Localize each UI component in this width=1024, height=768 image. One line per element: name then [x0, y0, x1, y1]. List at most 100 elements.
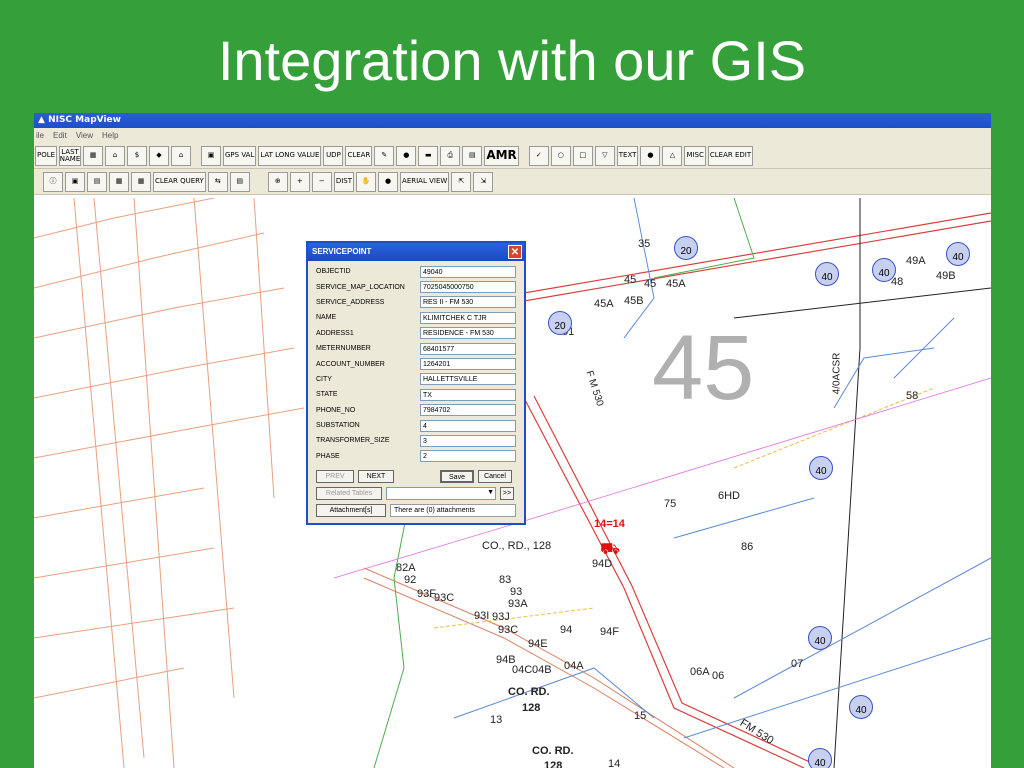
lat-long-button[interactable]: LAT LONG VALUE [258, 145, 322, 166]
misc-button[interactable]: MISC [684, 145, 706, 166]
field-value[interactable]: 7025045000750 [420, 281, 516, 294]
attachments-button[interactable]: Attachment[s] [316, 504, 386, 518]
field-name: ADDRESS1 [316, 329, 354, 337]
more-button[interactable]: >> [500, 487, 514, 501]
prev-button[interactable]: PREV [316, 470, 354, 484]
dollar-icon[interactable]: $ [127, 145, 147, 166]
close-icon[interactable]: ✕ [508, 245, 522, 259]
meter-icon[interactable]: ● [396, 145, 417, 166]
transformer-icon[interactable]: 40 [872, 258, 896, 282]
field-row: TRANSFORMER_SIZE 3 [316, 433, 518, 448]
field-row: OBJECTID 49040 [316, 264, 518, 279]
book-icon[interactable]: ▦ [109, 171, 129, 192]
map-label: 93I [474, 610, 490, 622]
map-label: 58 [906, 390, 919, 402]
document-icon[interactable]: ▤ [229, 171, 250, 192]
window-titlebar: ▲ NISC MapView [34, 113, 991, 128]
print-icon[interactable]: ⎙ [440, 145, 461, 166]
next-button[interactable]: NEXT [358, 470, 394, 484]
pole-button[interactable]: POLE [35, 145, 57, 166]
attachments-status: There are (0) attachments [390, 504, 516, 518]
clear-button[interactable]: CLEAR [345, 145, 373, 166]
polygon-icon[interactable]: ▽ [594, 145, 615, 166]
amr-button[interactable]: AMR [484, 145, 519, 166]
last-name-button[interactable]: LAST NAME [59, 145, 81, 166]
zoom-in-icon[interactable]: + [289, 171, 310, 192]
text-button[interactable]: TEXT [616, 145, 639, 166]
field-value[interactable]: TX [420, 388, 516, 401]
field-value[interactable]: KLIMITCHEK C TJR [420, 311, 516, 324]
field-value[interactable]: 68401577 [420, 342, 516, 355]
transformer-icon[interactable]: 40 [808, 748, 832, 768]
pencil-icon[interactable]: ✎ [374, 145, 395, 166]
map-label: 83 [499, 574, 512, 586]
zoom-window-icon[interactable]: ⊕ [267, 171, 288, 192]
map-icon[interactable]: ▦ [131, 171, 151, 192]
field-value[interactable]: 3 [420, 434, 516, 447]
symbols-icon[interactable]: △ [662, 145, 683, 166]
field-value[interactable]: 1264201 [420, 358, 516, 371]
info-icon[interactable]: ⓘ [43, 171, 63, 192]
aerial-view-button[interactable]: AERIAL VIEW [400, 171, 450, 192]
zoom-out-icon[interactable]: − [311, 171, 332, 192]
menu-edit[interactable]: Edit [53, 128, 67, 143]
field-name: SERVICE_MAP_LOCATION [316, 283, 405, 291]
arrow-up-icon[interactable]: ⇱ [451, 171, 472, 192]
section-number: 45 [652, 317, 755, 419]
pan-icon[interactable]: ✋ [356, 171, 377, 192]
field-value[interactable]: 2 [420, 450, 516, 463]
field-value[interactable]: 7984702 [420, 404, 516, 417]
display-icon[interactable]: ▤ [462, 145, 483, 166]
clear-edit-button[interactable]: CLEAR EDIT [707, 145, 754, 166]
map-label: CO. RD. [532, 745, 574, 757]
map-label: 93 [510, 586, 523, 598]
rectangle-icon[interactable]: □ [572, 145, 593, 166]
house-icon[interactable]: ⌂ [105, 145, 125, 166]
transformer-icon[interactable]: 20 [674, 236, 698, 260]
related-tables-select[interactable]: ▼ [386, 487, 496, 501]
transformer-icon[interactable]: 40 [809, 456, 833, 480]
transformer-icon[interactable]: 40 [849, 695, 873, 719]
circle-icon[interactable]: ○ [550, 145, 571, 166]
udp-button[interactable]: UDP [323, 145, 344, 166]
ruler-icon[interactable]: ▬ [418, 145, 439, 166]
distance-button[interactable]: DIST [333, 171, 355, 192]
map-label: 07 [791, 658, 804, 670]
clear-query-button[interactable]: CLEAR QUERY [153, 171, 206, 192]
field-value[interactable]: HALLETTSVILLE [420, 373, 516, 386]
transformer-icon[interactable]: 40 [808, 626, 832, 650]
field-name: SUBSTATION [316, 422, 360, 430]
map-label: 45A [594, 298, 614, 310]
swap-icon[interactable]: ⇆ [207, 171, 228, 192]
cancel-button[interactable]: Cancel [478, 470, 512, 484]
field-name: CITY [316, 375, 332, 383]
field-value[interactable]: 49040 [420, 265, 516, 278]
save-button[interactable]: Save [440, 470, 474, 484]
menu-view[interactable]: View [76, 128, 93, 143]
menu-help[interactable]: Help [102, 128, 118, 143]
line-icon[interactable]: ✓ [528, 145, 549, 166]
field-row: NAME KLIMITCHEK C TJR [316, 310, 518, 325]
nav-buttons: PREV NEXT Save Cancel [308, 464, 524, 484]
arrow-down-icon[interactable]: ⇲ [473, 171, 494, 192]
device-icon[interactable]: ▣ [201, 145, 221, 166]
field-value[interactable]: 4 [420, 419, 516, 432]
field-value[interactable]: RES II - FM 530 [420, 296, 516, 309]
account-icon[interactable]: ⌂ [171, 145, 191, 166]
transformer-icon[interactable]: 40 [815, 262, 839, 286]
gps-val-button[interactable]: GPS VAL [223, 145, 257, 166]
image-icon[interactable]: ▣ [65, 171, 85, 192]
globe-icon[interactable]: ● [378, 171, 399, 192]
transformer-icon[interactable]: 20 [548, 311, 572, 335]
map-label: 94 [560, 624, 573, 636]
related-tables-button[interactable]: Related Tables [316, 487, 382, 501]
grid-icon[interactable]: ▦ [83, 145, 103, 166]
layers-icon[interactable]: ▤ [87, 171, 107, 192]
diamond-icon[interactable]: ◆ [149, 145, 169, 166]
point-icon[interactable]: ● [640, 145, 661, 166]
transformer-icon[interactable]: 40 [946, 242, 970, 266]
menu-file[interactable]: ile [36, 128, 44, 143]
field-value[interactable]: RESIDENCE - FM 530 [420, 327, 516, 340]
toolbar-navigate: ⓘ ▣ ▤ ▦ ▦ CLEAR QUERY ⇆ ▤ ⊕ + − DIST ✋ ●… [34, 169, 991, 195]
map-label: 49B [936, 270, 956, 282]
